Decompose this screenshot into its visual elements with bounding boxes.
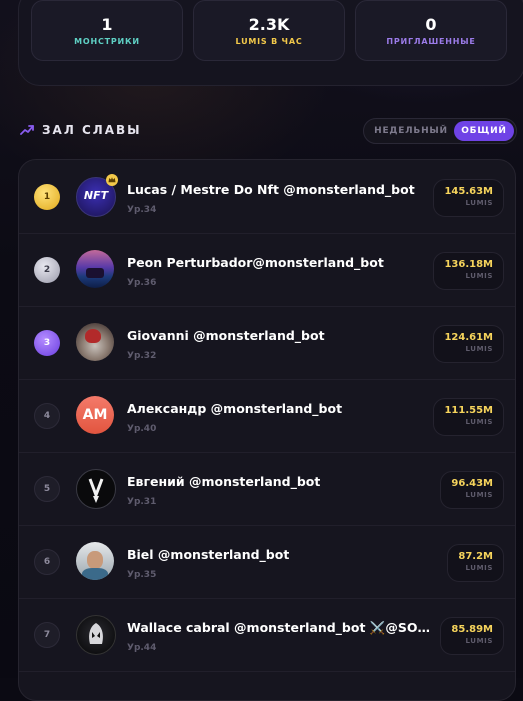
stat-invited: 0 ПРИГЛАШЕННЫЕ [355,0,507,61]
score-unit: LUMIS [465,564,493,572]
stat-invited-label: ПРИГЛАШЕННЫЕ [386,37,476,46]
avatar: AM [76,396,114,434]
stat-monsters-value: 1 [101,15,113,34]
stats-panel: 1 МОНСТРИКИ 2.3K LUMIS В ЧАС 0 ПРИГЛАШЕН… [18,0,523,86]
score-badge: 136.18M LUMIS [433,252,504,290]
score-badge: 145.63M LUMIS [433,179,504,217]
leaderboard-row[interactable]: 1 NFT Lucas / Mestre Do Nft @monsterland… [19,160,515,234]
player-level: Ур.32 [127,351,157,361]
score-value: 136.18M [444,259,493,270]
score-unit: LUMIS [465,491,493,499]
leaderboard-row[interactable]: 6 Biel @monsterland_bot Ур.35 87.2M LUMI… [19,525,515,599]
leaderboard-row[interactable]: 5 Евгений @monsterland_bot Ур.31 96.43M … [19,452,515,526]
avatar [76,615,116,655]
leaderboard-list: 1 NFT Lucas / Mestre Do Nft @monsterland… [18,159,516,701]
stat-lumis-per-hour: 2.3K LUMIS В ЧАС [193,0,345,61]
score-unit: LUMIS [465,345,493,353]
score-badge: 124.61M LUMIS [433,325,504,363]
score-badge: 96.43M LUMIS [440,471,504,509]
rank-badge-bronze: 3 [34,330,60,356]
player-name: Giovanni @monsterland_bot [127,328,325,343]
player-name: Wallace cabral @monsterland_bot ⚔️@SOUL.… [127,620,432,635]
score-value: 145.63M [444,186,493,197]
score-value: 85.89M [451,624,493,635]
toggle-overall-button[interactable]: ОБЩИЙ [454,121,514,141]
player-name: Евгений @monsterland_bot [127,474,321,489]
player-name: Biel @monsterland_bot [127,547,290,562]
player-name: Александр @monsterland_bot [127,401,343,416]
player-level: Ур.35 [127,570,157,580]
leaderboard-row[interactable]: 7 Wallace cabral @monsterland_bot ⚔️@SOU… [19,598,515,672]
score-badge: 111.55M LUMIS [433,398,504,436]
hall-of-fame-header: ЗАЛ СЛАВЫ [20,122,142,138]
hall-of-fame-title: ЗАЛ СЛАВЫ [42,123,142,137]
score-value: 87.2M [458,551,493,562]
player-level: Ур.36 [127,278,157,288]
player-name: Lucas / Mestre Do Nft @monsterland_bot [127,182,415,197]
rank-badge: 7 [34,622,60,648]
stat-monsters-label: МОНСТРИКИ [74,37,140,46]
score-unit: LUMIS [465,272,493,280]
avatar [76,250,114,288]
toggle-weekly-button[interactable]: НЕДЕЛЬНЫЙ [370,121,452,141]
score-badge: 85.89M LUMIS [440,617,504,655]
player-level: Ур.31 [127,497,157,507]
rank-badge: 5 [34,476,60,502]
avatar [76,542,114,580]
leaderboard-row[interactable]: 4 AM Александр @monsterland_bot Ур.40 11… [19,379,515,453]
score-value: 111.55M [444,405,493,416]
rank-badge: 6 [34,549,60,575]
leaderboard-row[interactable]: 3 Giovanni @monsterland_bot Ур.32 124.61… [19,306,515,380]
period-toggle: НЕДЕЛЬНЫЙ ОБЩИЙ [363,118,517,144]
score-value: 124.61M [444,332,493,343]
crown-icon [106,174,118,186]
rank-badge-silver: 2 [34,257,60,283]
player-level: Ур.44 [127,643,157,653]
score-value: 96.43M [451,478,493,489]
avatar-nft-text: NFT [83,189,109,202]
avatar [76,323,114,361]
avatar-initials: AM [82,407,108,423]
rank-badge: 4 [34,403,60,429]
trending-up-icon [20,125,34,135]
score-badge: 87.2M LUMIS [447,544,504,582]
player-level: Ур.34 [127,205,157,215]
avatar [76,469,116,509]
stat-monsters: 1 МОНСТРИКИ [31,0,183,61]
player-level: Ур.40 [127,424,157,434]
score-unit: LUMIS [465,199,493,207]
stat-lumis-per-hour-label: LUMIS В ЧАС [235,37,303,46]
score-unit: LUMIS [465,637,493,645]
score-unit: LUMIS [465,418,493,426]
stat-lumis-per-hour-value: 2.3K [248,15,290,34]
player-name: Peon Perturbador@monsterland_bot [127,255,384,270]
stat-invited-value: 0 [425,15,437,34]
leaderboard-row[interactable]: 2 Peon Perturbador@monsterland_bot Ур.36… [19,233,515,307]
rank-badge-gold: 1 [34,184,60,210]
